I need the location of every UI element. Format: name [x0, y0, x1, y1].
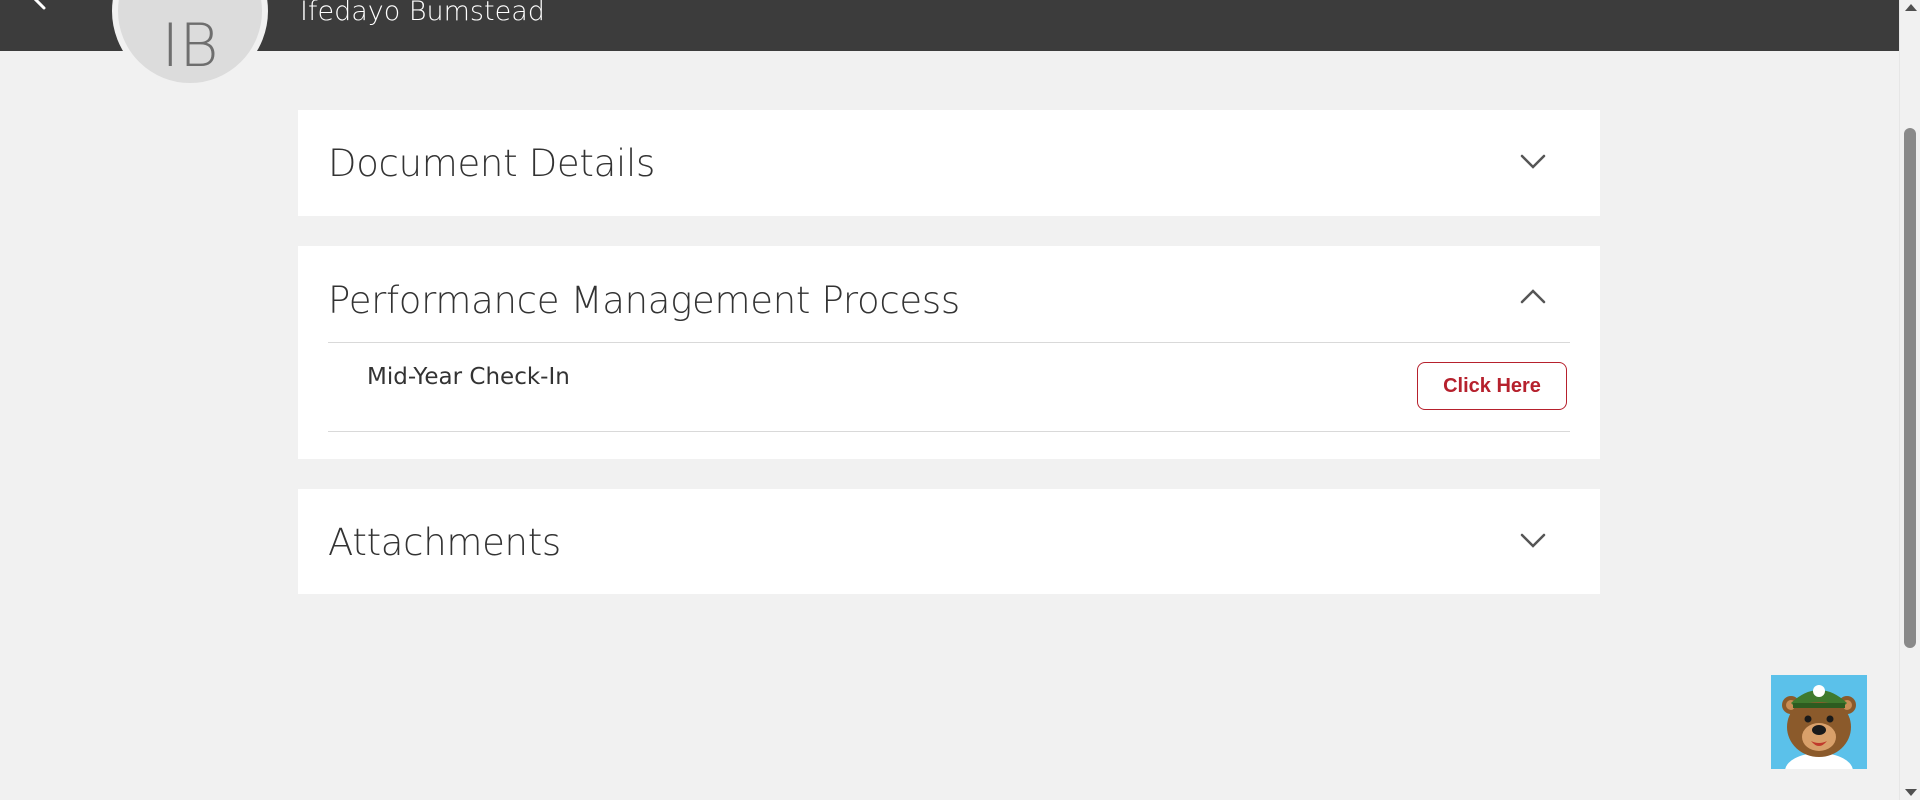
user-name: Ifedayo Bumstead	[300, 0, 545, 27]
chevron-down-icon[interactable]	[1518, 152, 1548, 172]
avatar: IB	[112, 0, 268, 89]
section-attachments: Attachments	[298, 489, 1600, 594]
top-bar: Ifedayo Bumstead	[0, 0, 1899, 51]
scroll-down-icon[interactable]	[1905, 789, 1917, 796]
chevron-down-icon[interactable]	[1518, 531, 1548, 551]
chevron-left-icon[interactable]	[30, 0, 50, 10]
divider	[328, 342, 1570, 343]
section-performance-management: Performance Management Process Mid-Year …	[298, 246, 1600, 459]
scroll-thumb[interactable]	[1904, 128, 1916, 648]
click-here-button[interactable]: Click Here	[1417, 362, 1567, 410]
section-title-performance-management: Performance Management Process	[328, 279, 960, 322]
section-title-document-details: Document Details	[328, 142, 655, 185]
divider	[328, 431, 1570, 432]
list-item-label: Mid-Year Check-In	[367, 364, 570, 390]
section-title-attachments: Attachments	[328, 521, 561, 564]
chevron-up-icon[interactable]	[1518, 286, 1548, 306]
scroll-up-icon[interactable]	[1905, 4, 1917, 11]
page: Ifedayo Bumstead IB Document Details Per…	[0, 0, 1920, 800]
bear-mascot-icon[interactable]	[1771, 675, 1867, 769]
vertical-scrollbar[interactable]	[1899, 0, 1920, 800]
section-document-details: Document Details	[298, 110, 1600, 216]
